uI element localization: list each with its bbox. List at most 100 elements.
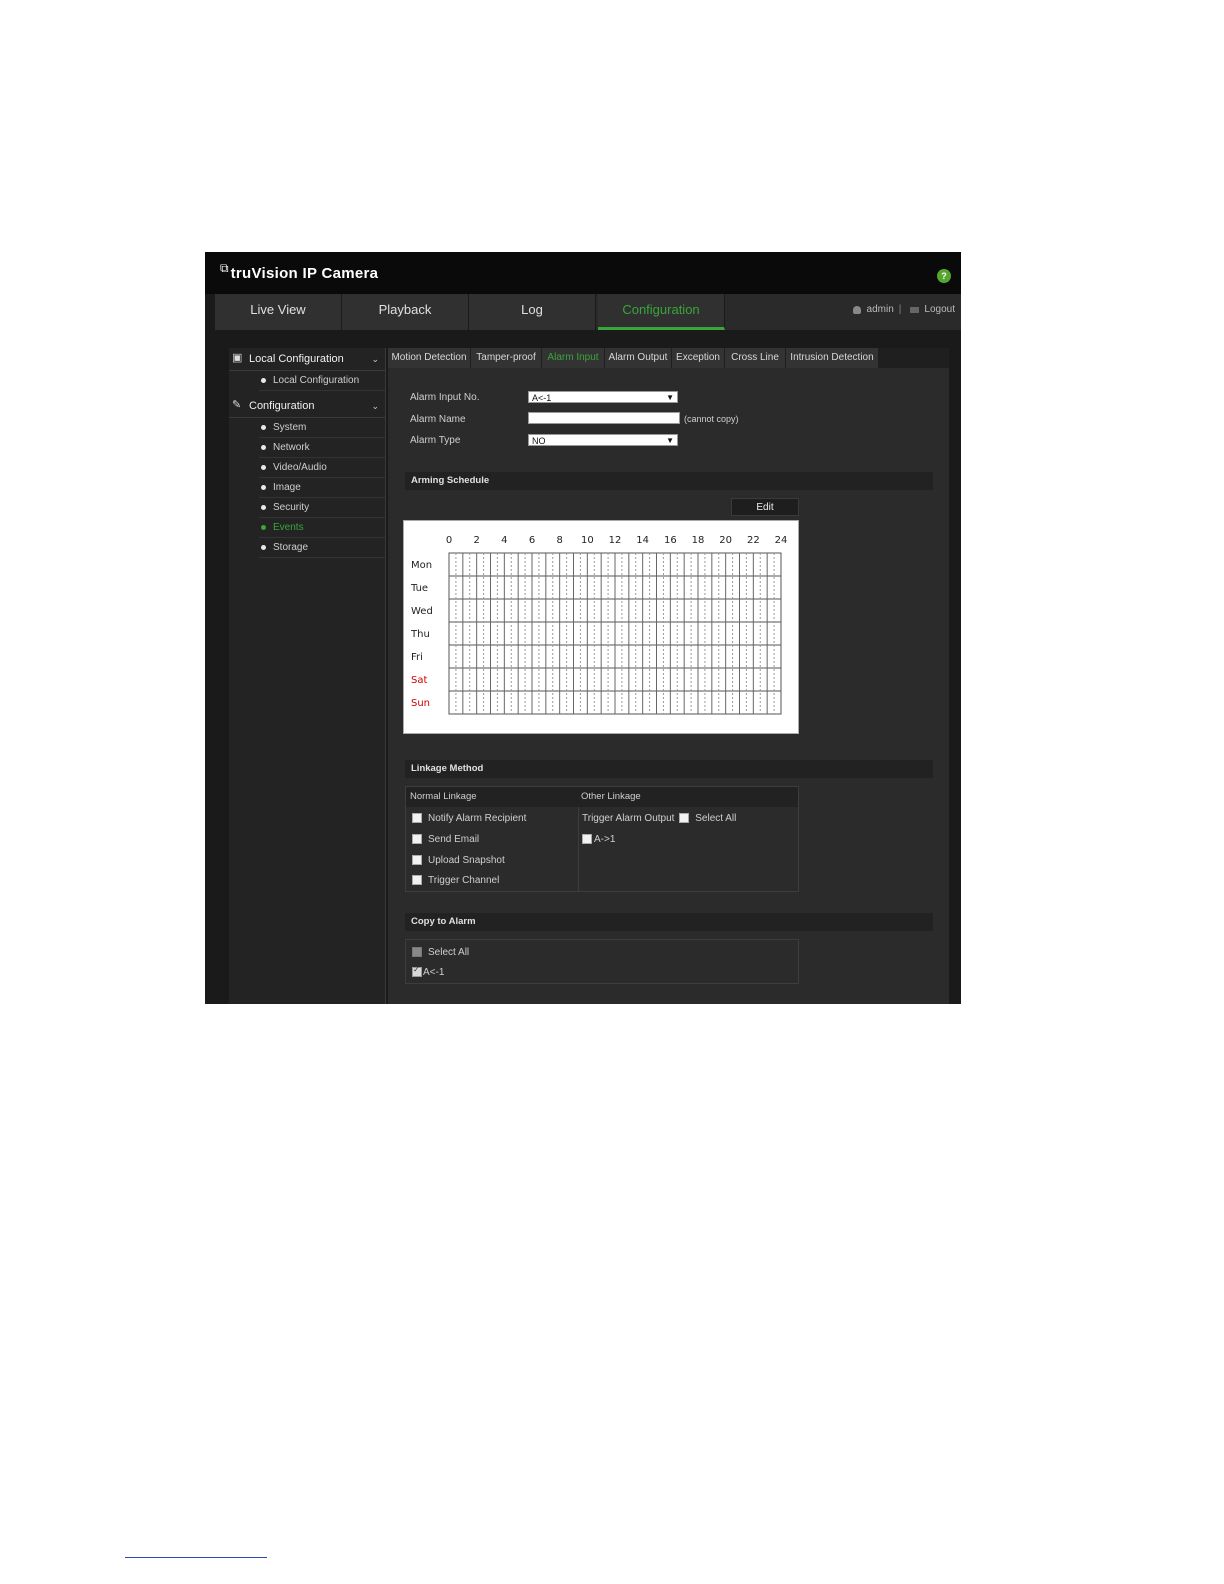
- option-label: A<-1: [423, 967, 445, 978]
- tab-cross-line[interactable]: Cross Line: [725, 348, 786, 368]
- logout-link[interactable]: Logout: [924, 294, 955, 326]
- day-label: Mon: [411, 560, 432, 571]
- logo-icon: ⧉: [220, 260, 229, 275]
- schedule-svg: 0 2 4 6 8 10 12 14 16 18 20 22 24MonTueWedThuFriSatS…: [410, 535, 787, 715]
- checkbox[interactable]: [412, 965, 422, 978]
- other-linkage-header: Other Linkage: [581, 791, 641, 802]
- tab-motion-detection[interactable]: Motion Detection: [388, 348, 471, 368]
- help-icon[interactable]: ?: [937, 269, 951, 283]
- tab-tamper-proof[interactable]: Tamper-proof: [471, 348, 542, 368]
- top-bar: ⧉ truVision IP Camera ?: [205, 252, 961, 294]
- hour-label: 16: [664, 535, 677, 546]
- day-label: Thu: [410, 629, 430, 640]
- sidebar-item-local-configuration[interactable]: Local Configuration: [259, 371, 385, 391]
- send-email-option[interactable]: Send Email: [412, 834, 479, 845]
- checkbox[interactable]: [412, 855, 422, 866]
- main-nav: Live View Playback Log Configuration adm…: [215, 294, 961, 330]
- option-label: Trigger Channel: [428, 875, 500, 886]
- sidebar-section-label: Local Configuration: [249, 353, 344, 365]
- option-label: Send Email: [428, 834, 480, 845]
- linkage-method-box: Normal Linkage Other Linkage Notify Alar…: [405, 786, 799, 892]
- brand-title: truVision IP Camera: [230, 264, 379, 282]
- separator: |: [898, 304, 902, 315]
- option-label: A->1: [594, 834, 616, 845]
- wrench-icon: ✎: [232, 399, 242, 411]
- day-label: Wed: [411, 606, 433, 617]
- hour-label: 14: [636, 535, 649, 546]
- dropdown-arrow-icon: ▼: [666, 436, 674, 445]
- camera-web-ui: ⧉ truVision IP Camera ? Live View Playba…: [205, 252, 961, 1004]
- trigger-channel-option[interactable]: Trigger Channel: [412, 875, 499, 886]
- alarm-type-select[interactable]: NO ▼: [528, 434, 678, 446]
- upload-snapshot-option[interactable]: Upload Snapshot: [412, 855, 505, 866]
- username: admin: [866, 304, 894, 315]
- hour-label: 8: [556, 535, 562, 546]
- nav-tab-configuration[interactable]: Configuration: [598, 294, 725, 330]
- checkbox[interactable]: [412, 834, 422, 845]
- nav-tab-playback[interactable]: Playback: [342, 294, 469, 330]
- linkage-method-header: Linkage Method: [405, 760, 933, 778]
- hour-label: 12: [609, 535, 622, 546]
- sidebar-item-events[interactable]: Events: [259, 518, 385, 538]
- alarm-input-no-label: Alarm Input No.: [410, 392, 480, 403]
- alarm-name-hint: (cannot copy): [684, 414, 739, 424]
- checkbox[interactable]: [412, 947, 422, 958]
- copy-alarm-option[interactable]: A<-1: [412, 965, 445, 978]
- checkbox[interactable]: [412, 875, 422, 886]
- checkbox[interactable]: [582, 834, 592, 845]
- notify-alarm-recipient-option[interactable]: Notify Alarm Recipient: [412, 813, 526, 824]
- chevron-down-icon: ⌄: [371, 401, 379, 411]
- tab-exception[interactable]: Exception: [672, 348, 725, 368]
- event-tabs: Motion Detection Tamper-proof Alarm Inpu…: [388, 348, 949, 368]
- hour-label: 0: [446, 535, 452, 546]
- sidebar-item-security[interactable]: Security: [259, 498, 385, 518]
- hour-label: 2: [473, 535, 479, 546]
- checkbox[interactable]: [412, 813, 422, 824]
- day-label: Tue: [410, 583, 428, 594]
- sidebar-section-label: Configuration: [249, 400, 315, 412]
- arming-schedule-grid[interactable]: 0 2 4 6 8 10 12 14 16 18 20 22 24 Mon Tue Wed Thu Fri Sat S…: [403, 520, 799, 734]
- chevron-down-icon: ⌄: [371, 354, 379, 364]
- edit-button[interactable]: Edit: [731, 498, 799, 516]
- arming-schedule-header: Arming Schedule: [405, 472, 933, 490]
- alarm-input-no-value: A<-1: [532, 393, 552, 403]
- option-label: Notify Alarm Recipient: [428, 813, 527, 824]
- monitor-icon: ▣: [232, 352, 243, 364]
- day-label: Fri: [411, 652, 423, 663]
- nav-tab-log[interactable]: Log: [469, 294, 596, 330]
- option-label: Select All: [428, 947, 470, 958]
- footnote-rule: [125, 1557, 267, 1558]
- copy-select-all-option[interactable]: Select All: [412, 947, 469, 958]
- select-all-label: Select All: [695, 813, 737, 824]
- alarm-name-input[interactable]: [528, 412, 680, 424]
- user-icon: [852, 306, 861, 314]
- copy-to-alarm-box: Select All A<-1: [405, 939, 799, 984]
- hour-label: 10: [581, 535, 594, 546]
- sidebar-item-video-audio[interactable]: Video/Audio: [259, 458, 385, 478]
- select-all-checkbox[interactable]: [679, 813, 690, 824]
- tab-alarm-output[interactable]: Alarm Output: [605, 348, 672, 368]
- alarm-name-label: Alarm Name: [410, 414, 466, 425]
- tab-alarm-input[interactable]: Alarm Input: [542, 348, 605, 368]
- tab-intrusion-detection[interactable]: Intrusion Detection: [786, 348, 879, 368]
- main-panel: Motion Detection Tamper-proof Alarm Inpu…: [388, 348, 949, 1004]
- dropdown-arrow-icon: ▼: [666, 393, 674, 402]
- day-label: Sat: [411, 675, 427, 686]
- hour-label: 4: [501, 535, 507, 546]
- sidebar-section-configuration[interactable]: ✎ Configuration ⌄: [229, 395, 385, 418]
- day-label: Sun: [411, 698, 430, 709]
- copy-to-alarm-header: Copy to Alarm: [405, 913, 933, 931]
- nav-tab-live-view[interactable]: Live View: [215, 294, 342, 330]
- sidebar-item-network[interactable]: Network: [259, 438, 385, 458]
- alarm-input-no-select[interactable]: A<-1 ▼: [528, 391, 678, 403]
- sidebar-item-storage[interactable]: Storage: [259, 538, 385, 558]
- alarm-output-option[interactable]: A->1: [582, 834, 615, 845]
- alarm-type-value: NO: [532, 436, 546, 446]
- sidebar-item-system[interactable]: System: [259, 418, 385, 438]
- sidebar-section-local-configuration[interactable]: ▣ Local Configuration ⌄: [229, 348, 385, 371]
- column-divider: [578, 807, 579, 891]
- option-label: Upload Snapshot: [428, 855, 505, 866]
- normal-linkage-header: Normal Linkage: [410, 791, 477, 802]
- sidebar-item-image[interactable]: Image: [259, 478, 385, 498]
- trigger-alarm-output-row: Trigger Alarm Output Select All: [582, 813, 736, 824]
